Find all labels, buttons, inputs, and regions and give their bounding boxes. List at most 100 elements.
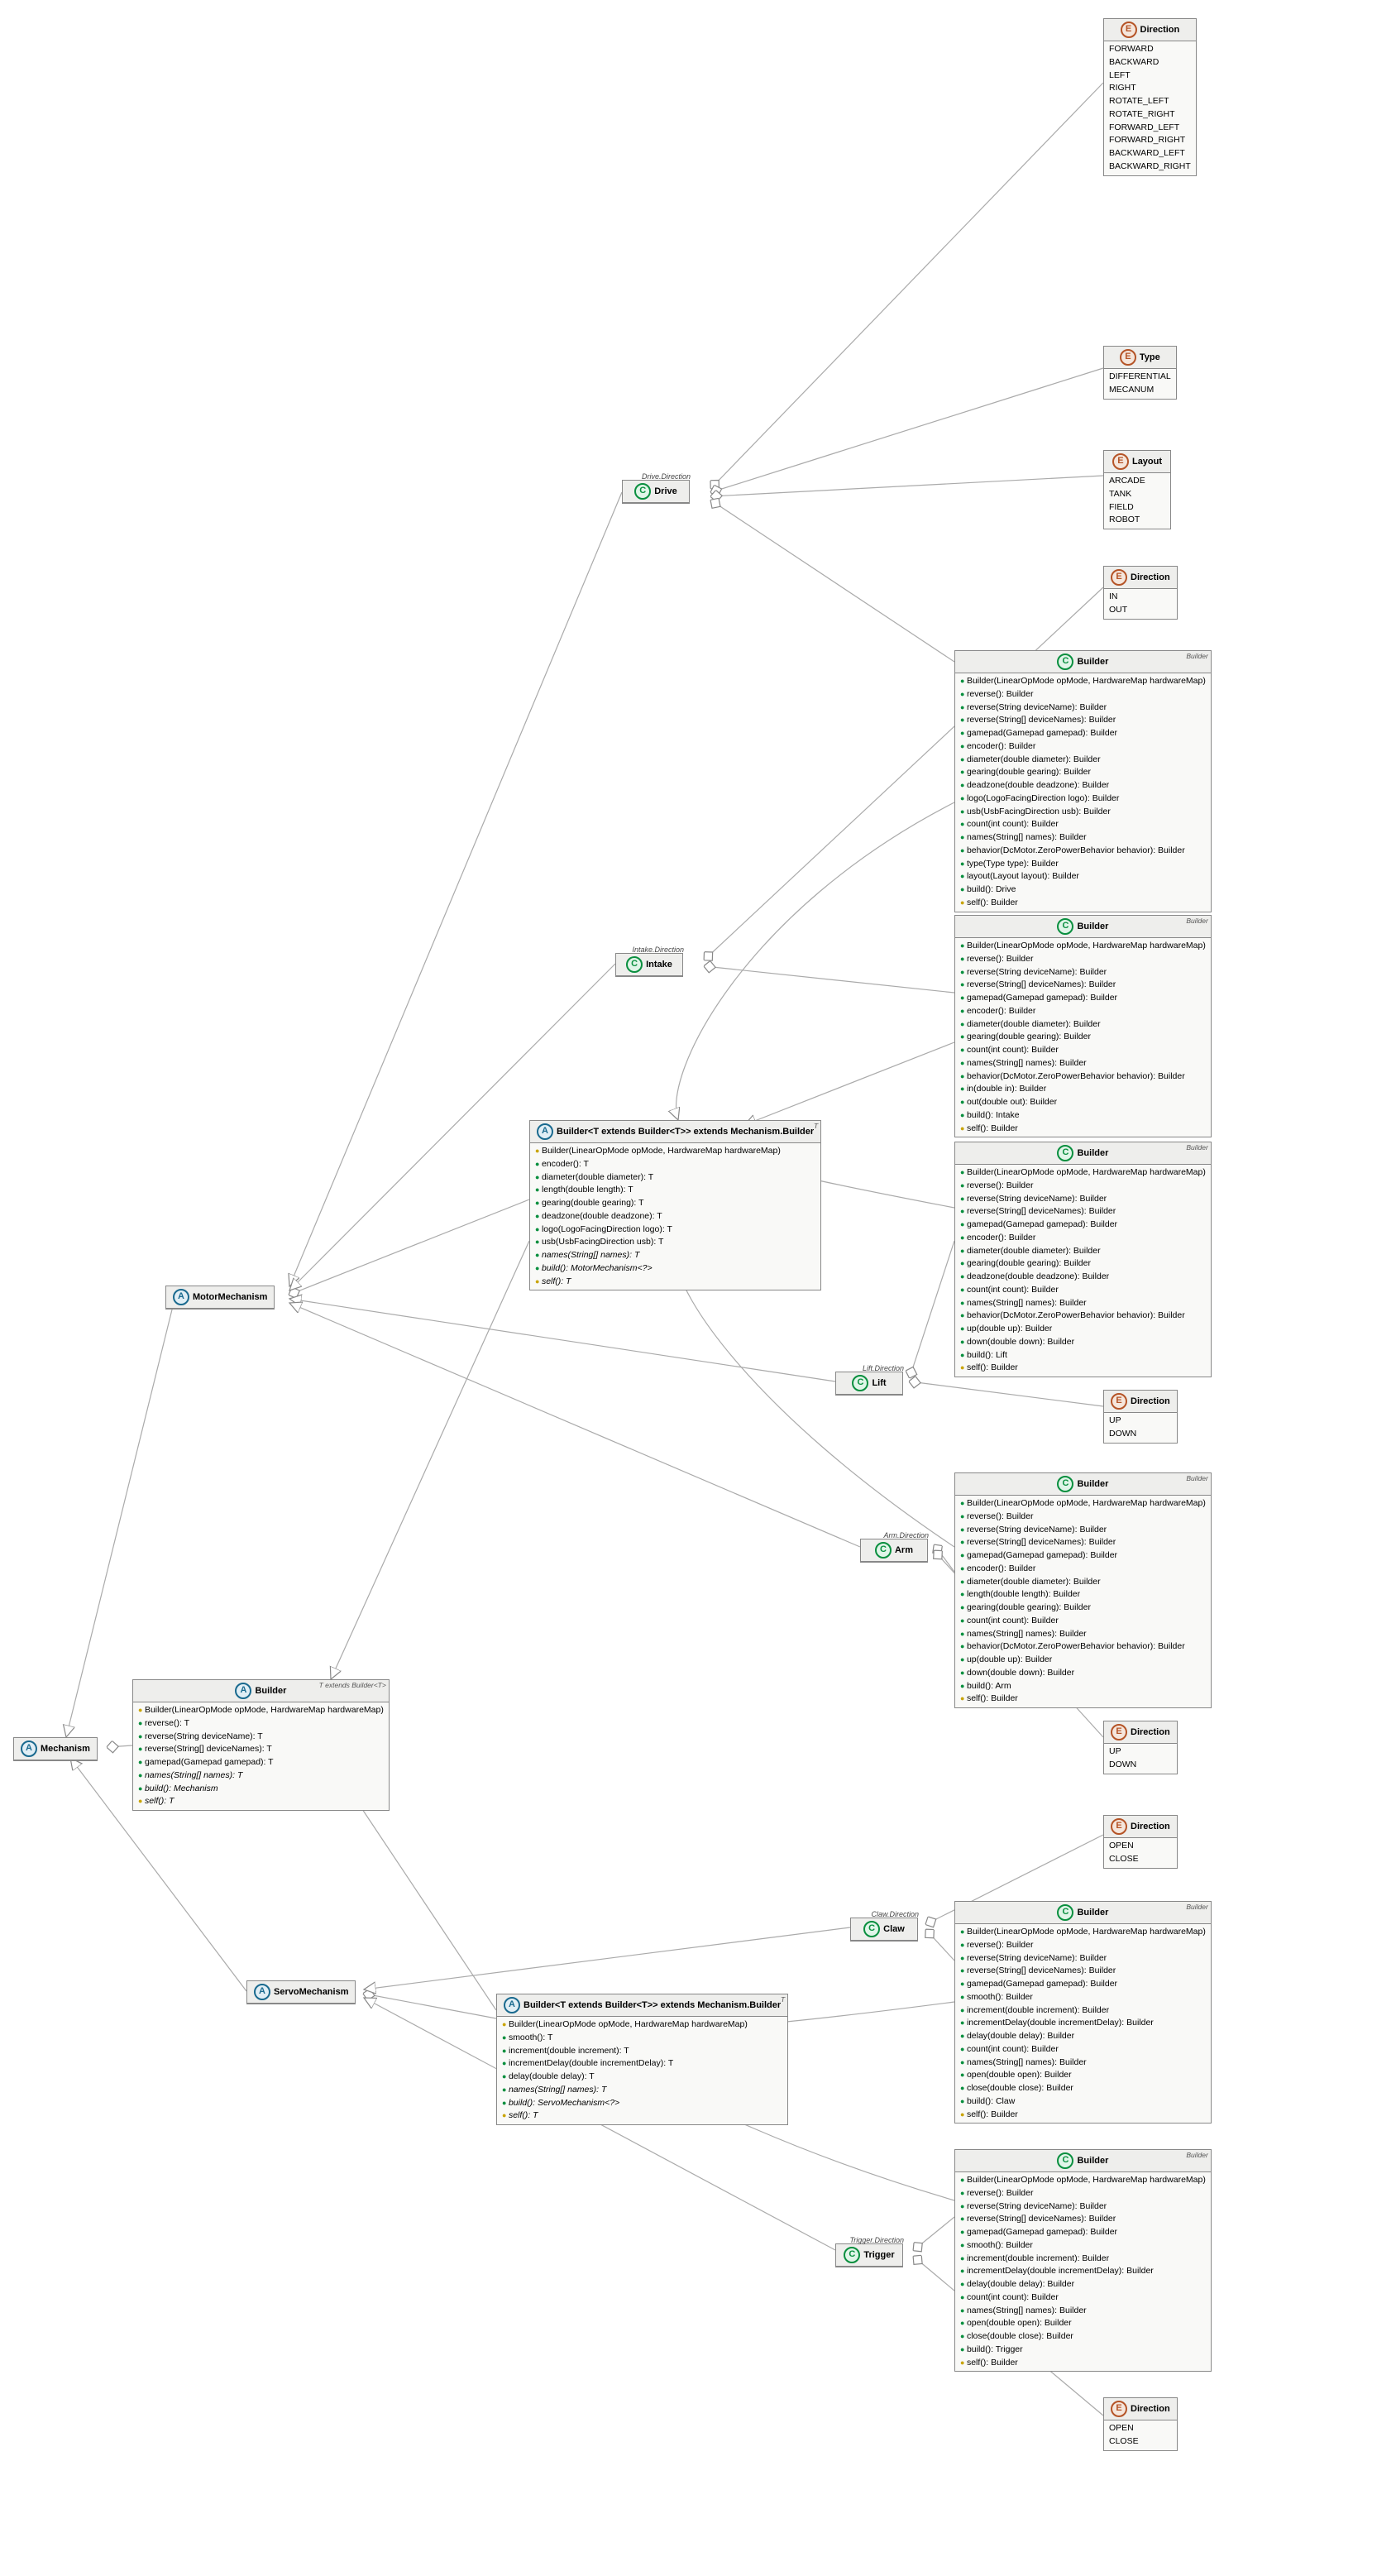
member-text: names(String[] names): Builder [967, 2305, 1087, 2315]
member-text: gearing(double gearing): Builder [967, 767, 1091, 777]
member-row: gearing(double gearing): Builder [960, 1257, 1206, 1271]
member-text: close(double close): Builder [967, 2331, 1073, 2341]
member-row: in(double in): Builder [960, 1083, 1206, 1096]
member-text: self(): T [542, 1276, 571, 1286]
member-row: self(): Builder [960, 1693, 1206, 1706]
class-header: CBuilderBuilder [955, 2150, 1211, 2172]
member-text: self(): Builder [967, 1693, 1018, 1703]
class-header: E Direction [1104, 1721, 1177, 1744]
member-row: count(int count): Builder [960, 818, 1206, 831]
uml-class-builderSM: ABuilder<T extends Builder<T>> extends M… [496, 1994, 788, 2125]
member-row: build(): Intake [960, 1109, 1206, 1123]
member-text: names(String[] names): Builder [967, 1058, 1087, 1068]
member-row: reverse(): Builder [960, 2187, 1206, 2200]
member-row: ROBOT [1109, 514, 1165, 527]
member-row: names(String[] names): Builder [960, 2305, 1206, 2318]
member-text: names(String[] names): Builder [967, 1629, 1087, 1639]
type-marker-icon: E [1121, 22, 1137, 38]
member-text: names(String[] names): Builder [967, 2057, 1087, 2067]
member-row: gearing(double gearing): Builder [960, 766, 1206, 779]
uml-class-builder3: CBuilderBuilderBuilder(LinearOpMode opMo… [954, 1142, 1212, 1377]
member-row: build(): Mechanism [138, 1783, 384, 1796]
member-text: self(): T [145, 1796, 174, 1806]
member-row: gamepad(Gamepad gamepad): T [138, 1756, 384, 1769]
member-row: reverse(String[] deviceNames): Builder [960, 979, 1206, 992]
member-row: reverse(String deviceName): Builder [960, 1524, 1206, 1537]
class-title: Direction [1140, 25, 1180, 35]
class-header: ABuilderT extends Builder<T> [133, 1680, 389, 1702]
member-row: TANK [1109, 488, 1165, 501]
member-row: gearing(double gearing): Builder [960, 1602, 1206, 1615]
member-text: build(): Trigger [967, 2344, 1023, 2354]
member-row: increment(double increment): Builder [960, 2004, 1206, 2018]
member-row: names(String[] names): T [138, 1769, 384, 1783]
member-row: reverse(String deviceName): Builder [960, 701, 1206, 715]
class-title: Arm [895, 1545, 913, 1555]
member-row: close(double close): Builder [960, 2330, 1206, 2344]
member-row: names(String[] names): Builder [960, 2056, 1206, 2070]
member-row: reverse(): T [138, 1717, 384, 1731]
class-title: Layout [1132, 457, 1162, 467]
member-row: LEFT [1109, 69, 1191, 83]
class-body: Builder(LinearOpMode opMode, HardwareMap… [955, 938, 1211, 1137]
type-marker-icon: E [1111, 2401, 1127, 2417]
class-body: Builder(LinearOpMode opMode, HardwareMap… [955, 2172, 1211, 2371]
member-row: gamepad(Gamepad gamepad): Builder [960, 1219, 1206, 1232]
member-text: out(double out): Builder [967, 1097, 1057, 1107]
member-text: reverse(String deviceName): Builder [967, 967, 1107, 977]
class-body: UPDOWN [1104, 1744, 1177, 1774]
member-text: CLOSE [1109, 1854, 1139, 1864]
member-row: behavior(DcMotor.ZeroPowerBehavior behav… [960, 1310, 1206, 1323]
member-row: incrementDelay(double incrementDelay): T [502, 2057, 782, 2071]
member-row: ROTATE_LEFT [1109, 95, 1191, 108]
class-title: Builder [1077, 2156, 1108, 2166]
class-title: Claw [883, 1924, 905, 1934]
member-text: FORWARD_LEFT [1109, 122, 1179, 132]
member-row: delay(double delay): Builder [960, 2030, 1206, 2043]
class-title: Trigger [863, 2250, 894, 2260]
class-body: OPENCLOSE [1104, 2420, 1177, 2450]
member-text: incrementDelay(double incrementDelay): B… [967, 2266, 1154, 2276]
member-text: Builder(LinearOpMode opMode, HardwareMap… [967, 1927, 1206, 1937]
member-row: reverse(String[] deviceNames): Builder [960, 2213, 1206, 2226]
member-text: layout(Layout layout): Builder [967, 871, 1079, 881]
member-text: reverse(String deviceName): T [145, 1731, 263, 1741]
type-marker-icon: E [1111, 1393, 1127, 1410]
class-title: Direction [1131, 1727, 1170, 1737]
member-text: ROTATE_RIGHT [1109, 109, 1175, 119]
member-row: delay(double delay): Builder [960, 2278, 1206, 2291]
stereotype-label: Builder [1186, 917, 1207, 925]
member-row: behavior(DcMotor.ZeroPowerBehavior behav… [960, 845, 1206, 858]
member-row: ARCADE [1109, 475, 1165, 488]
member-text: Builder(LinearOpMode opMode, HardwareMap… [967, 1498, 1206, 1508]
member-text: count(int count): Builder [967, 1285, 1059, 1295]
member-text: open(double open): Builder [967, 2070, 1072, 2080]
member-text: logo(LogoFacingDirection logo): T [542, 1224, 672, 1234]
member-row: deadzone(double deadzone): Builder [960, 1271, 1206, 1284]
class-header: EDirection [1104, 2398, 1177, 2420]
type-marker-icon: C [1057, 2152, 1073, 2169]
class-body: Builder(LinearOpMode opMode, HardwareMap… [955, 1165, 1211, 1377]
member-text: FIELD [1109, 502, 1134, 512]
member-text: down(double down): Builder [967, 1668, 1074, 1678]
member-text: diameter(double diameter): Builder [967, 1246, 1101, 1256]
member-text: encoder(): Builder [967, 1563, 1035, 1573]
stereotype-label: T [814, 1122, 818, 1130]
member-row: encoder(): Builder [960, 740, 1206, 754]
member-row: DOWN [1109, 1759, 1172, 1772]
member-text: names(String[] names): Builder [967, 1298, 1087, 1308]
member-text: deadzone(double deadzone): Builder [967, 1271, 1109, 1281]
member-row: names(String[] names): Builder [960, 1628, 1206, 1641]
class-body: Builder(LinearOpMode opMode, HardwareMap… [955, 673, 1211, 912]
member-text: self(): Builder [967, 1362, 1018, 1372]
member-row: gearing(double gearing): Builder [960, 1031, 1206, 1044]
member-row: Builder(LinearOpMode opMode, HardwareMap… [960, 940, 1206, 953]
member-text: reverse(): T [145, 1718, 189, 1728]
member-text: CLOSE [1109, 2436, 1139, 2446]
class-title: Direction [1131, 1822, 1170, 1831]
member-row: reverse(): Builder [960, 1511, 1206, 1524]
port-label: Drive.Direction [642, 472, 691, 481]
type-marker-icon: E [1111, 1724, 1127, 1740]
uml-class-builderMM: ABuilder<T extends Builder<T>> extends M… [529, 1120, 821, 1290]
member-row: reverse(): Builder [960, 1939, 1206, 1952]
